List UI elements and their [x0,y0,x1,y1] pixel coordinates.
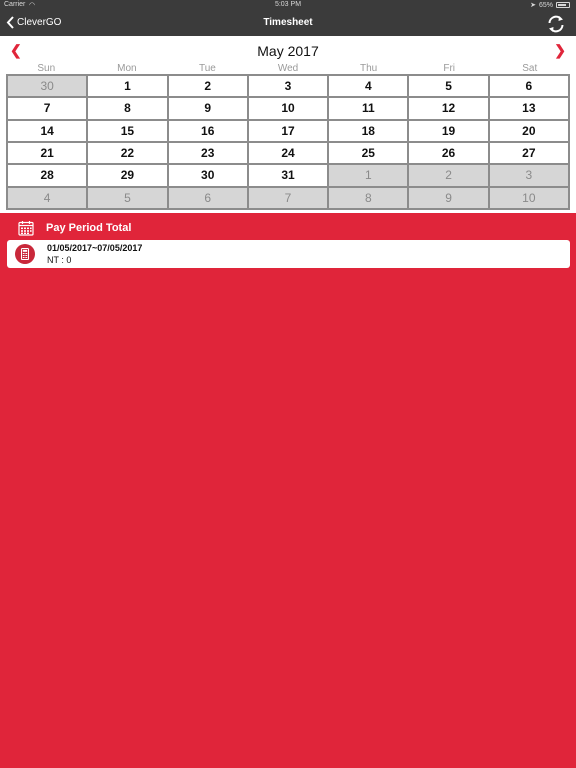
calendar-day-cell[interactable]: 8 [88,98,167,119]
calendar-icon [18,221,34,236]
calendar-header: ❮ May 2017 ❯ [0,36,576,63]
page-title: Timesheet [263,17,313,28]
calendar-day-cell[interactable]: 28 [8,165,87,186]
calendar-day-cell[interactable]: 4 [329,76,408,97]
location-arrow-icon: ➤ [530,2,536,9]
weekday-header: Sun Mon Tue Wed Thu Fri Sat [6,63,570,74]
calendar-day-cell[interactable]: 2 [168,76,247,97]
calendar-day-cell[interactable]: 16 [168,120,247,141]
pay-period-summary: NT : 0 [47,255,72,265]
nav-bar: CleverGO Timesheet [0,11,576,36]
calendar-day-cell[interactable]: 17 [248,120,328,141]
calendar-day-cell[interactable]: 23 [168,143,247,164]
calendar-day-cell[interactable]: 13 [489,98,568,119]
calendar-day-cell[interactable]: 10 [248,98,328,119]
calendar-day-cell[interactable]: 1 [329,165,408,186]
calendar-day-cell[interactable]: 3 [248,76,328,97]
calendar-day-cell[interactable]: 1 [88,76,167,97]
weekday-label: Sat [522,63,538,74]
calendar-day-cell[interactable]: 26 [409,143,488,164]
calendar-day-cell[interactable]: 29 [88,165,167,186]
pay-period-title: Pay Period Total [46,222,132,234]
calendar-day-cell[interactable]: 14 [8,120,87,141]
calendar-day-cell[interactable]: 6 [489,76,568,97]
refresh-icon[interactable] [546,14,566,34]
calendar-day-cell[interactable]: 30 [8,76,87,97]
weekday-label: Sun [37,63,56,74]
calendar-grid: 30 1 2 3 4 5 6 7 8 9 10 11 12 13 14 15 16 17 18 19 20 21 22 23 2… [6,74,570,210]
calendar-day-cell[interactable]: 9 [168,98,247,119]
weekday-label: Thu [359,63,378,74]
month-title: May 2017 [257,43,319,59]
calendar-day-cell[interactable]: 11 [329,98,408,119]
calendar-day-cell[interactable]: 7 [248,187,328,208]
calendar-day-cell[interactable]: 8 [329,187,408,208]
calendar-day-cell[interactable]: 15 [88,120,167,141]
calendar-day-cell[interactable]: 22 [88,143,167,164]
weekday-label: Wed [277,63,299,74]
calendar-day-cell[interactable]: 5 [88,187,167,208]
status-time: 5:03 PM [274,1,302,8]
calendar: ❮ May 2017 ❯ Sun Mon Tue Wed Thu Fri Sat 30 1 2 3… [0,36,576,213]
calendar-day-cell[interactable]: 9 [409,187,488,208]
weekday-label: Mon [117,63,137,74]
calendar-day-cell[interactable]: 7 [8,98,87,119]
calendar-day-cell[interactable]: 21 [8,143,87,164]
weekday-label: Fri [443,63,456,74]
pay-period-header: Pay Period Total [0,216,576,240]
calendar-day-cell[interactable]: 20 [489,120,568,141]
calendar-day-cell[interactable]: 31 [248,165,328,186]
calendar-day-cell[interactable]: 2 [409,165,488,186]
calendar-day-cell[interactable]: 24 [248,143,328,164]
next-month-button[interactable]: ❯ [554,42,566,59]
battery-percent: 65% [538,1,553,9]
calendar-day-cell[interactable]: 27 [489,143,568,164]
calendar-day-cell[interactable]: 3 [489,165,568,186]
calculator-icon [15,244,35,264]
weekday-label: Tue [199,63,216,74]
calendar-day-cell[interactable]: 30 [168,165,247,186]
calendar-day-cell[interactable]: 10 [489,187,568,208]
calendar-day-cell[interactable]: 6 [168,187,247,208]
calendar-day-cell[interactable]: 18 [329,120,408,141]
calendar-day-cell[interactable]: 12 [409,98,488,119]
pay-period-entry[interactable]: 01/05/2017~07/05/2017 NT : 0 [7,240,570,268]
pay-period-range: 01/05/2017~07/05/2017 [47,243,143,253]
battery-icon [556,2,570,8]
calendar-day-cell[interactable]: 25 [329,143,408,164]
status-right: ➤ 65% [530,1,570,9]
calendar-day-cell[interactable]: 19 [409,120,488,141]
calendar-day-cell[interactable]: 4 [8,187,87,208]
status-bar: Carrier ◠ 5:03 PM ➤ 65% [0,0,576,11]
calendar-day-cell[interactable]: 5 [409,76,488,97]
